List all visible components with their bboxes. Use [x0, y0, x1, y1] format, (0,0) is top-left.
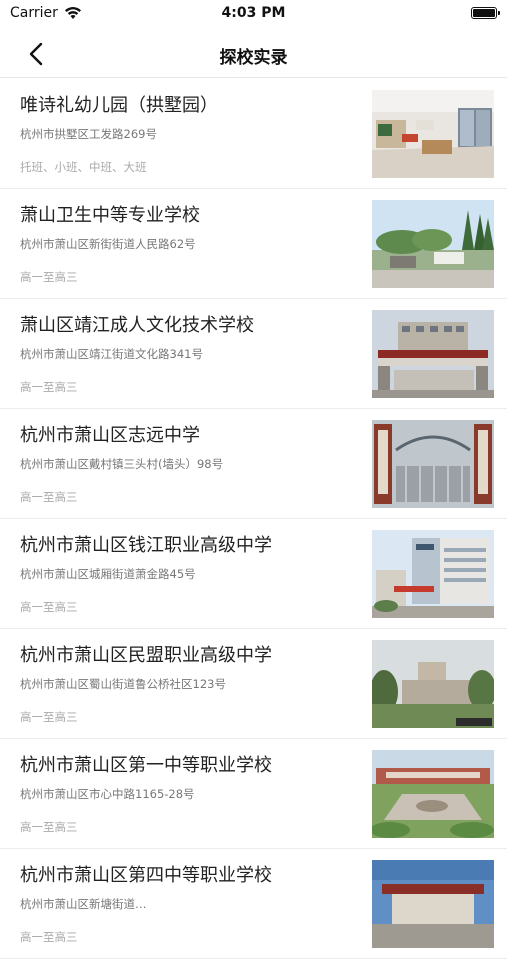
school-name: 杭州市萧山区第四中等职业学校: [20, 865, 272, 886]
school-grades: 高一至高三: [20, 490, 78, 504]
battery-icon: [471, 7, 500, 19]
school-name: 杭州市萧山区第一中等职业学校: [20, 755, 272, 776]
school-list: 唯诗礼幼儿园（拱墅园） 杭州市拱墅区工发路269号 托班、小班、中班、大班 萧山…: [0, 79, 507, 959]
school-list-item[interactable]: 唯诗礼幼儿园（拱墅园） 杭州市拱墅区工发路269号 托班、小班、中班、大班: [0, 79, 507, 189]
school-thumbnail[interactable]: [372, 640, 494, 728]
school-name: 萧山卫生中等专业学校: [20, 205, 200, 226]
school-address: 杭州市萧山区蜀山街道鲁公桥社区123号: [20, 677, 226, 691]
school-grades: 高一至高三: [20, 600, 78, 614]
school-name: 萧山区靖江成人文化技术学校: [20, 315, 254, 336]
school-address: 杭州市萧山区新塘街道…: [20, 897, 147, 911]
school-address: 杭州市萧山区戴村镇三头村(墙头）98号: [20, 457, 224, 471]
school-name: 杭州市萧山区钱江职业高级中学: [20, 535, 272, 556]
school-grades: 高一至高三: [20, 270, 78, 284]
school-grades: 高一至高三: [20, 820, 78, 834]
school-list-item[interactable]: 萧山卫生中等专业学校 杭州市萧山区新街街道人民路62号 高一至高三: [0, 189, 507, 299]
school-address: 杭州市拱墅区工发路269号: [20, 127, 157, 141]
school-address: 杭州市萧山区城厢街道萧金路45号: [20, 567, 196, 581]
school-grades: 高一至高三: [20, 930, 78, 944]
school-thumbnail[interactable]: [372, 750, 494, 838]
school-grades: 托班、小班、中班、大班: [20, 160, 147, 174]
school-list-item[interactable]: 杭州市萧山区第一中等职业学校 杭州市萧山区市心中路1165-28号 高一至高三: [0, 739, 507, 849]
school-address: 杭州市萧山区市心中路1165-28号: [20, 787, 195, 801]
school-thumbnail[interactable]: [372, 530, 494, 618]
school-thumbnail[interactable]: [372, 310, 494, 398]
school-list-item[interactable]: 萧山区靖江成人文化技术学校 杭州市萧山区靖江街道文化路341号 高一至高三: [0, 299, 507, 409]
school-list-item[interactable]: 杭州市萧山区志远中学 杭州市萧山区戴村镇三头村(墙头）98号 高一至高三: [0, 409, 507, 519]
school-address: 杭州市萧山区新街街道人民路62号: [20, 237, 196, 251]
page-title: 探校实录: [219, 48, 288, 68]
school-name: 唯诗礼幼儿园（拱墅园）: [20, 95, 218, 116]
school-thumbnail[interactable]: [372, 860, 494, 948]
school-grades: 高一至高三: [20, 710, 78, 724]
status-bar: Carrier 4:03 PM: [0, 0, 507, 30]
clock: 4:03 PM: [221, 5, 286, 21]
school-list-item[interactable]: 杭州市萧山区钱江职业高级中学 杭州市萧山区城厢街道萧金路45号 高一至高三: [0, 519, 507, 629]
school-grades: 高一至高三: [20, 380, 78, 394]
school-thumbnail[interactable]: [372, 420, 494, 508]
school-list-item[interactable]: 杭州市萧山区第四中等职业学校 杭州市萧山区新塘街道… 高一至高三: [0, 849, 507, 959]
school-thumbnail[interactable]: [372, 90, 494, 178]
school-name: 杭州市萧山区民盟职业高级中学: [20, 645, 272, 666]
navigation-bar: 探校实录: [0, 30, 507, 78]
school-name: 杭州市萧山区志远中学: [20, 425, 200, 446]
school-address: 杭州市萧山区靖江街道文化路341号: [20, 347, 203, 361]
school-list-item[interactable]: 杭州市萧山区民盟职业高级中学 杭州市萧山区蜀山街道鲁公桥社区123号 高一至高三: [0, 629, 507, 739]
school-thumbnail[interactable]: [372, 200, 494, 288]
